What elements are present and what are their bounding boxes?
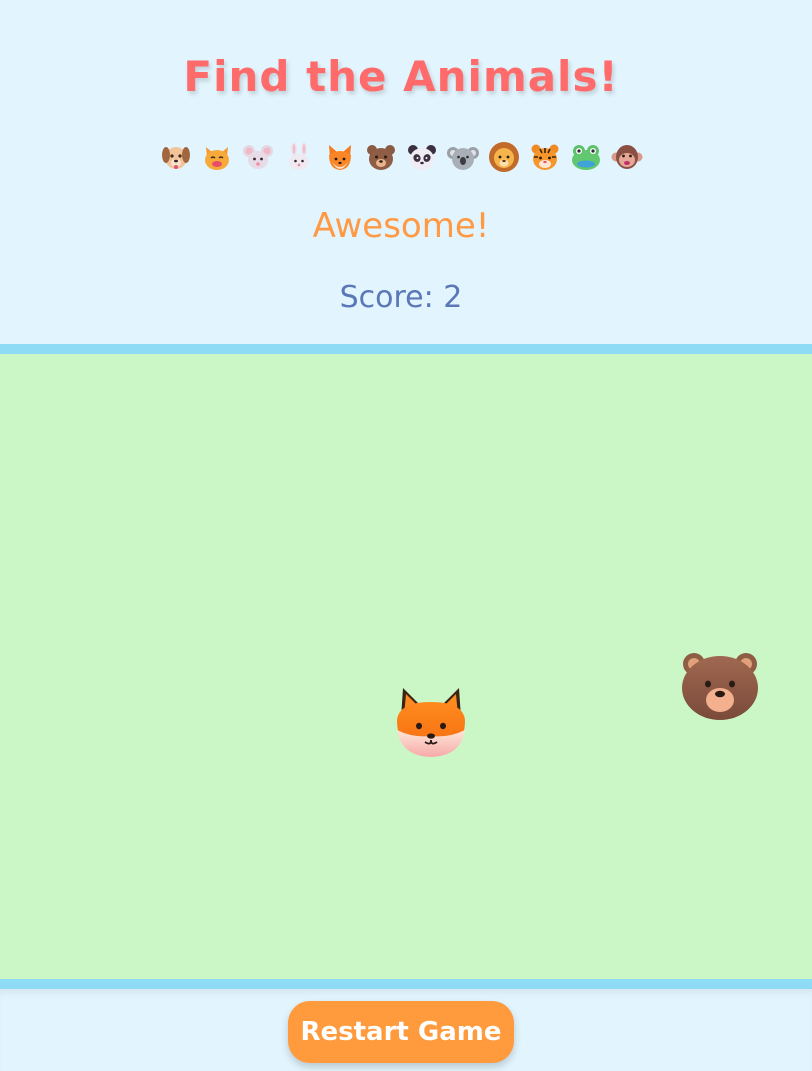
feedback-message: Awesome! xyxy=(312,206,490,246)
lion-icon xyxy=(487,138,521,176)
tiger-icon xyxy=(528,138,562,176)
animal-legend xyxy=(0,138,802,176)
restart-button[interactable]: Restart Game xyxy=(288,1001,514,1063)
mouse-icon xyxy=(241,138,275,176)
game-footer: Restart Game xyxy=(0,989,812,1071)
panda-icon xyxy=(405,138,439,176)
frog-icon xyxy=(569,138,603,176)
bear-icon xyxy=(682,653,758,720)
monkey-icon xyxy=(610,138,644,176)
bear-icon xyxy=(364,138,398,176)
score-display: Score: 2 xyxy=(339,280,463,315)
fox-icon xyxy=(397,688,465,757)
hidden-bear[interactable] xyxy=(678,650,762,722)
game-title: Find the Animals! xyxy=(183,52,619,101)
koala-icon xyxy=(446,138,480,176)
play-field xyxy=(0,344,812,989)
game-header: Find the Animals! Awesome! Score: 2 xyxy=(0,0,812,344)
cat-icon xyxy=(200,138,234,176)
rabbit-icon xyxy=(282,138,316,176)
fox-icon xyxy=(323,138,357,176)
dog-icon xyxy=(159,138,193,176)
hidden-fox[interactable] xyxy=(391,682,471,762)
